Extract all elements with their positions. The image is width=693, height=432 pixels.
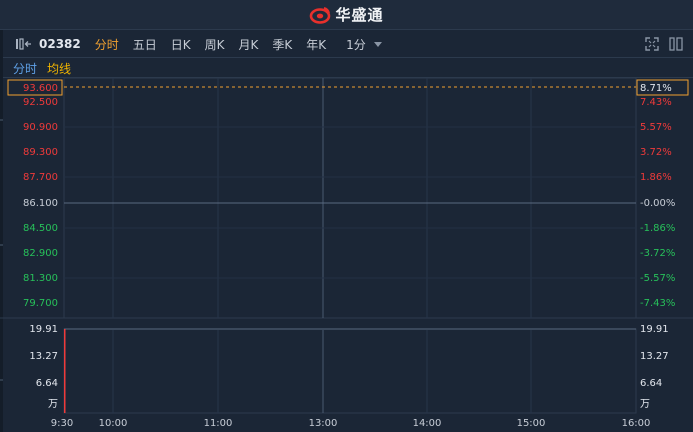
volume-label-left: 万 (48, 399, 58, 410)
pct-label: -5.57% (640, 273, 675, 284)
pct-label: -3.72% (640, 248, 675, 259)
x-axis-label: 9:30 (51, 418, 73, 429)
price-label: 84.500 (23, 223, 58, 234)
price-label: 92.500 (23, 97, 58, 108)
x-axis-label: 16:00 (622, 418, 651, 429)
pct-label: 8.71% (640, 83, 672, 94)
pct-label: 3.72% (640, 147, 672, 158)
price-label: 81.300 (23, 273, 58, 284)
price-label: 89.300 (23, 147, 58, 158)
pct-label: 7.43% (640, 97, 672, 108)
pct-label: 1.86% (640, 172, 672, 183)
x-axis-label: 10:00 (99, 418, 128, 429)
time-share-chart[interactable]: 93.600 92.500 90.900 89.300 87.700 86.100 84.5… (0, 0, 693, 432)
price-label: 90.900 (23, 122, 58, 133)
volume-bar (64, 329, 66, 413)
volume-label-left: 19.91 (29, 324, 58, 335)
x-axis-label: 15:00 (517, 418, 546, 429)
price-label: 79.700 (23, 298, 58, 309)
price-label: 86.100 (23, 198, 58, 209)
volume-label-left: 13.27 (29, 351, 58, 362)
price-panel-frame (63, 77, 637, 319)
volume-label-right: 万 (640, 399, 650, 410)
pct-label: -1.86% (640, 223, 675, 234)
price-label: 93.600 (23, 83, 58, 94)
x-axis-label: 13:00 (309, 418, 338, 429)
price-label: 87.700 (23, 172, 58, 183)
pct-label: -0.00% (640, 198, 675, 209)
volume-label-right: 6.64 (640, 378, 662, 389)
volume-panel-frame (63, 328, 637, 414)
volume-label-right: 13.27 (640, 351, 669, 362)
x-axis-label: 14:00 (413, 418, 442, 429)
pct-label: 5.57% (640, 122, 672, 133)
price-label: 82.900 (23, 248, 58, 259)
pct-label: -7.43% (640, 298, 675, 309)
volume-label-left: 6.64 (36, 378, 58, 389)
x-axis-label: 11:00 (204, 418, 233, 429)
volume-label-right: 19.91 (640, 324, 669, 335)
